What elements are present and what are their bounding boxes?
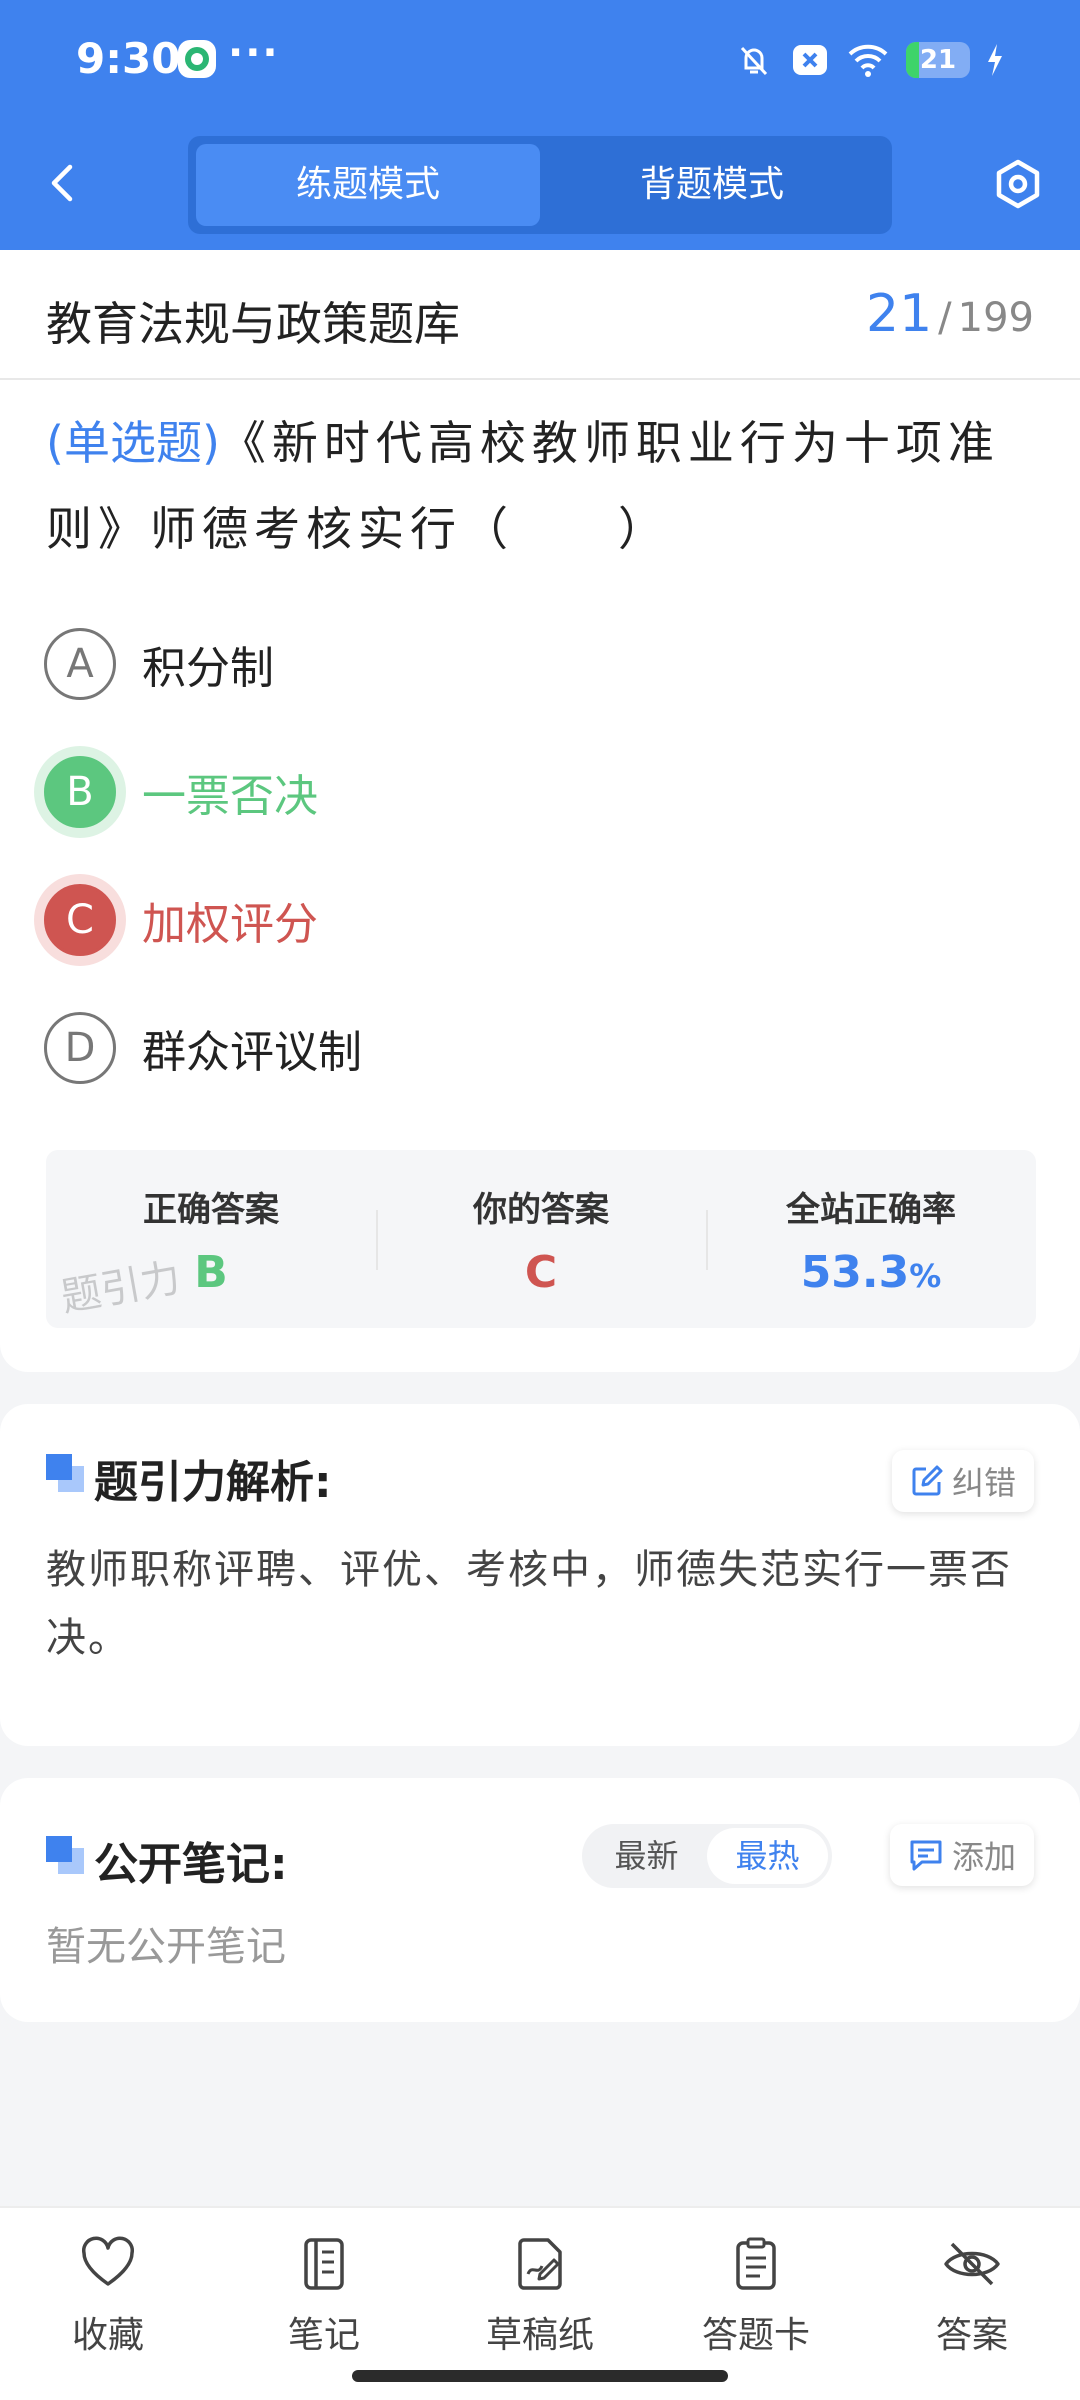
nav-scratch-paper-label: 草稿纸 xyxy=(485,2315,594,2356)
status-bar: 9:30 ··· 21 xyxy=(0,0,1080,120)
accuracy-unit: % xyxy=(909,1257,942,1295)
option-text: 积分制 xyxy=(142,643,274,694)
public-notes-card: 公开笔记: 最新 最热 添加 暂无公开笔记 xyxy=(0,1778,1080,2022)
question-type-label: (单选题) xyxy=(46,416,220,470)
more-notifications-icon: ··· xyxy=(228,30,280,76)
add-note-label: 添加 xyxy=(951,1838,1016,1876)
option-text: 群众评议制 xyxy=(142,1027,362,1078)
edit-icon xyxy=(912,1465,943,1496)
your-answer-label: 你的答案 xyxy=(473,1190,609,1230)
question-stem: (单选题)《新时代高校教师职业行为十项准则》师德考核实行（ ） xyxy=(46,400,1036,572)
status-time: 9:30 xyxy=(76,34,181,83)
correct-answer-label: 正确答案 xyxy=(143,1190,279,1230)
comment-icon xyxy=(910,1840,942,1871)
answer-summary: 正确答案 B 题引力 你的答案 C 全站正确率 53.3% xyxy=(46,1150,1036,1328)
analysis-text: 教师职称评聘、评优、考核中，师德失范实行一票否决。 xyxy=(46,1547,1012,1661)
sort-newest-tab[interactable]: 最新 xyxy=(586,1828,707,1884)
option-letter: C xyxy=(44,884,116,956)
mute-bell-icon xyxy=(740,46,768,76)
settings-gear-icon[interactable] xyxy=(990,156,1046,212)
home-indicator[interactable] xyxy=(352,2370,728,2382)
nav-favorite-label: 收藏 xyxy=(71,2315,144,2356)
your-answer-column: 你的答案 C xyxy=(376,1150,706,1328)
scratch-paper-icon xyxy=(518,2238,562,2290)
option-letter: A xyxy=(44,628,116,700)
tab-practice-mode[interactable]: 练题模式 xyxy=(196,144,540,226)
empty-notes-text: 暂无公开笔记 xyxy=(46,1924,286,1970)
nav-answer-card-label: 答题卡 xyxy=(701,2315,810,2356)
section-squares-icon xyxy=(46,1454,84,1492)
nav-scratch-paper[interactable]: 草稿纸 xyxy=(460,2234,620,2358)
current-question-number: 21 xyxy=(865,284,933,344)
mode-switch: 练题模式 背题模式 xyxy=(188,136,892,234)
option-text: 一票否决 xyxy=(142,771,318,822)
report-error-label: 纠错 xyxy=(951,1464,1016,1502)
analysis-title: 题引力解析: xyxy=(94,1457,332,1508)
nav-answer-card[interactable]: 答题卡 xyxy=(676,2234,836,2358)
sort-hottest-tab[interactable]: 最热 xyxy=(707,1828,828,1884)
bank-header: 教育法规与政策题库 21/199 xyxy=(0,250,1080,380)
heart-icon xyxy=(82,2236,134,2286)
section-icon-square xyxy=(46,1454,72,1480)
correct-answer-column: 正确答案 B 题引力 xyxy=(46,1150,376,1328)
app-notification-icon xyxy=(178,40,216,78)
wifi-icon xyxy=(848,44,888,77)
app-header: 9:30 ··· 21 练题模式 背题模式 xyxy=(0,0,1080,250)
accuracy-value: 53.3% xyxy=(706,1247,1036,1298)
public-notes-title: 公开笔记: xyxy=(94,1839,288,1890)
your-answer-value: C xyxy=(524,1247,558,1298)
section-icon-square xyxy=(46,1836,72,1862)
section-squares-icon xyxy=(46,1836,84,1874)
notebook-icon xyxy=(304,2238,344,2290)
analysis-card: 题引力解析: 纠错 教师职称评聘、评优、考核中，师德失范实行一票否决。 xyxy=(0,1404,1080,1746)
correct-answer-value: B xyxy=(194,1247,228,1298)
back-arrow-icon[interactable] xyxy=(36,155,92,211)
nav-answer-label: 答案 xyxy=(935,2315,1008,2356)
question-progress[interactable]: 21/199 xyxy=(866,284,1034,344)
add-note-button[interactable]: 添加 xyxy=(889,1824,1034,1886)
clipboard-icon xyxy=(736,2237,776,2290)
nav-answer[interactable]: 答案 xyxy=(892,2234,1052,2358)
nav-notes-label: 笔记 xyxy=(287,2315,360,2356)
nav-favorite[interactable]: 收藏 xyxy=(28,2234,188,2358)
total-question-count: 199 xyxy=(957,295,1034,341)
accuracy-column: 全站正确率 53.3% xyxy=(706,1150,1036,1328)
option-letter: D xyxy=(44,1012,116,1084)
option-letter: B xyxy=(44,756,116,828)
option-d[interactable]: D 群众评议制 xyxy=(44,1010,362,1086)
option-b-correct[interactable]: B 一票否决 xyxy=(44,754,318,830)
question-bank-title: 教育法规与政策题库 xyxy=(46,297,460,351)
charging-icon xyxy=(988,44,1002,76)
option-c-wrong[interactable]: C 加权评分 xyxy=(44,882,318,958)
question-card: 教育法规与政策题库 21/199 (单选题)《新时代高校教师职业行为十项准则》师… xyxy=(0,250,1080,1372)
notes-sort-switch: 最新 最热 xyxy=(582,1824,832,1888)
option-a[interactable]: A 积分制 xyxy=(44,626,274,702)
battery-icon: 21 xyxy=(906,42,970,78)
close-box-icon xyxy=(793,45,827,75)
battery-level: 21 xyxy=(919,45,957,75)
option-text: 加权评分 xyxy=(142,899,318,950)
progress-separator: / xyxy=(938,295,952,341)
eye-off-icon xyxy=(944,2242,1000,2286)
accuracy-label: 全站正确率 xyxy=(786,1190,956,1230)
nav-notes[interactable]: 笔记 xyxy=(244,2234,404,2358)
report-error-button[interactable]: 纠错 xyxy=(891,1450,1034,1512)
tab-memorize-mode[interactable]: 背题模式 xyxy=(540,144,884,226)
status-icons: 21 xyxy=(734,38,1004,82)
accuracy-number: 53.3 xyxy=(800,1247,910,1298)
